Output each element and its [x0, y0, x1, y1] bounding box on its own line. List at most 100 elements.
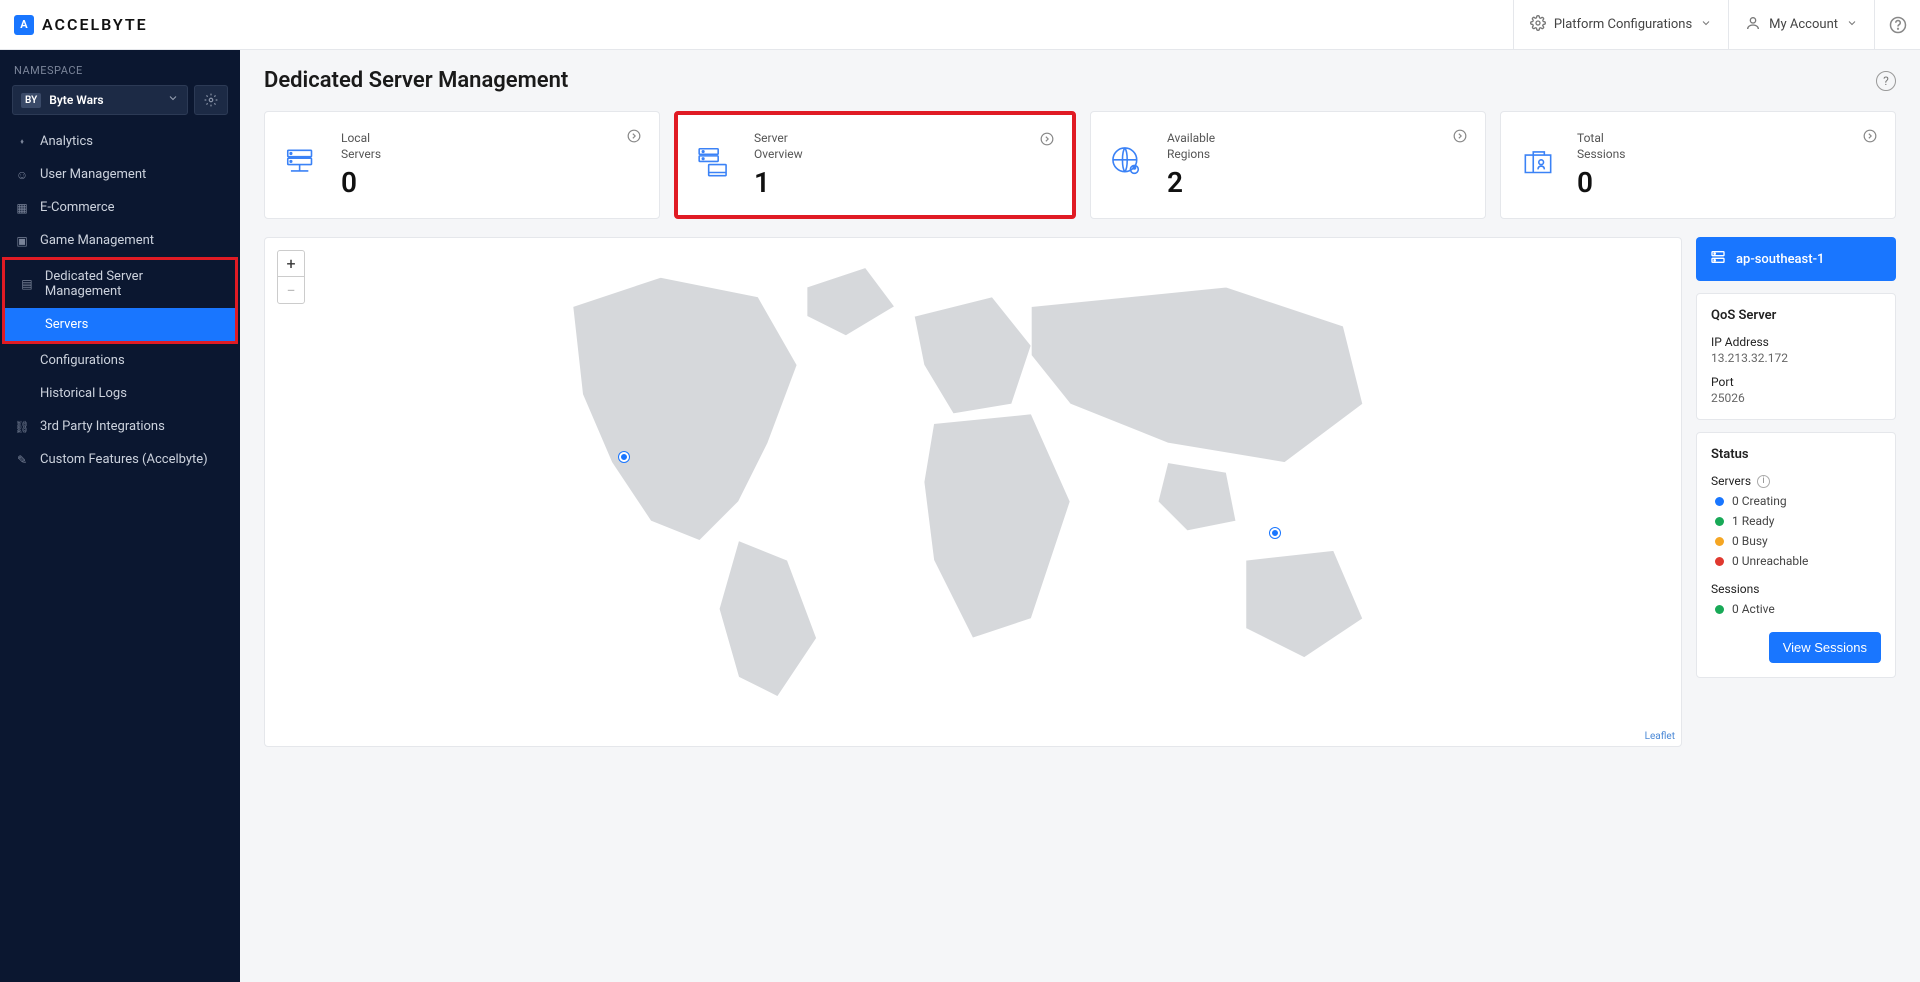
- sidebar-sub-configurations[interactable]: Configurations: [0, 344, 240, 377]
- platform-config-menu[interactable]: Platform Configurations: [1513, 0, 1728, 49]
- nav-label: Analytics: [40, 134, 93, 149]
- stat-label-line1: Total: [1577, 131, 1604, 145]
- stat-label-line2: Servers: [341, 147, 381, 161]
- arrow-right-icon: [1453, 128, 1467, 147]
- topbar: A ACCELBYTE Platform Configurations My A…: [0, 0, 1920, 50]
- servers-label: Servers: [1711, 474, 1751, 488]
- stats-row: Local Servers 0 ServerOverview 1: [264, 111, 1896, 219]
- stat-value: 0: [1577, 166, 1843, 199]
- sidebar-item-third-party[interactable]: ⛓ 3rd Party Integrations: [0, 410, 240, 443]
- sidebar-item-dedicated-server-management[interactable]: ▤ Dedicated Server Management: [5, 260, 235, 308]
- sidebar-item-custom-features[interactable]: ✎ Custom Features (Accelbyte): [0, 443, 240, 476]
- stat-label-line1: Server: [754, 131, 788, 145]
- namespace-selector[interactable]: BY Byte Wars: [12, 85, 188, 115]
- stat-card-local-servers[interactable]: Local Servers 0: [264, 111, 660, 219]
- world-continents-icon: [265, 238, 1681, 746]
- ip-value: 13.213.32.172: [1711, 351, 1881, 365]
- map-zoom-control: + −: [277, 250, 305, 304]
- globe-icon: [1109, 144, 1147, 186]
- status-panel: Status Servers i 0 Creating 1 Ready 0 Bu…: [1696, 432, 1896, 678]
- main-content: Dedicated Server Management ? Local Serve…: [240, 50, 1920, 982]
- server-rack-icon: [283, 144, 321, 186]
- logo-mark-icon: A: [14, 15, 34, 35]
- map-attribution[interactable]: Leaflet: [1645, 731, 1675, 742]
- stat-value: 1: [754, 166, 1020, 199]
- chevron-down-icon: [167, 92, 179, 108]
- chevron-down-icon: [1700, 17, 1712, 33]
- info-icon[interactable]: i: [1757, 475, 1770, 488]
- sidebar-item-analytics[interactable]: ⬪ Analytics: [0, 125, 240, 158]
- stat-value: 2: [1167, 166, 1433, 199]
- sidebar-item-ecommerce[interactable]: ▦ E-Commerce: [0, 191, 240, 224]
- dot-red-icon: [1715, 557, 1724, 566]
- zoom-out-button[interactable]: −: [278, 277, 304, 303]
- sidebar: NAMESPACE BY Byte Wars ⬪ Analytics ☺ Use…: [0, 50, 240, 982]
- sidebar-sub-historical-logs[interactable]: Historical Logs: [0, 377, 240, 410]
- status-unreachable: 0 Unreachable: [1715, 554, 1881, 568]
- nav-label: Servers: [45, 317, 88, 332]
- namespace-badge: BY: [21, 93, 41, 108]
- port-value: 25026: [1711, 391, 1881, 405]
- world-map[interactable]: + − Lea: [264, 237, 1682, 747]
- nav-label: User Management: [40, 167, 146, 182]
- arrow-right-icon: [1863, 128, 1877, 147]
- sessions-icon: [1519, 144, 1557, 186]
- store-icon: ▦: [14, 201, 30, 215]
- integration-icon: ⛓: [14, 420, 30, 434]
- brand-logo[interactable]: A ACCELBYTE: [0, 15, 148, 35]
- status-text: 0 Unreachable: [1732, 554, 1808, 568]
- chevron-down-icon: [1846, 17, 1858, 33]
- namespace-settings-button[interactable]: [194, 85, 228, 115]
- nav-label: Historical Logs: [40, 386, 127, 401]
- stat-label-line1: Available: [1167, 131, 1215, 145]
- zoom-in-button[interactable]: +: [278, 251, 304, 277]
- arrow-right-icon: [627, 128, 641, 147]
- sidebar-sub-servers[interactable]: Servers: [5, 308, 235, 341]
- arrow-right-icon: [1040, 131, 1054, 150]
- region-selector[interactable]: ap-southeast-1: [1696, 237, 1896, 281]
- ip-label: IP Address: [1711, 335, 1881, 349]
- user-icon: ☺: [14, 168, 30, 182]
- stat-card-total-sessions[interactable]: TotalSessions 0: [1500, 111, 1896, 219]
- gamepad-icon: ▣: [14, 234, 30, 248]
- help-button[interactable]: [1874, 0, 1920, 49]
- namespace-name: Byte Wars: [49, 93, 159, 107]
- brand-name: ACCELBYTE: [42, 15, 148, 34]
- nav-label: Dedicated Server Management: [45, 269, 221, 299]
- user-icon: [1745, 15, 1761, 35]
- page-help-icon[interactable]: ?: [1876, 71, 1896, 91]
- server-icon: [1710, 249, 1726, 269]
- sidebar-item-user-management[interactable]: ☺ User Management: [0, 158, 240, 191]
- status-creating: 0 Creating: [1715, 494, 1881, 508]
- sidebar-highlight: ▤ Dedicated Server Management Servers: [2, 257, 238, 344]
- qos-panel: QoS Server IP Address 13.213.32.172 Port…: [1696, 293, 1896, 420]
- dot-orange-icon: [1715, 537, 1724, 546]
- page-title: Dedicated Server Management: [264, 68, 568, 93]
- view-sessions-button[interactable]: View Sessions: [1769, 632, 1881, 663]
- dot-green-icon: [1715, 605, 1724, 614]
- status-text: 0 Busy: [1732, 534, 1768, 548]
- sessions-label: Sessions: [1711, 582, 1759, 596]
- stat-label-line1: Local: [341, 131, 370, 145]
- qos-title: QoS Server: [1711, 308, 1881, 323]
- server-icon: ▤: [19, 277, 35, 291]
- server-overview-icon: [696, 144, 734, 186]
- map-marker-us-west[interactable]: [619, 452, 629, 462]
- stat-value: 0: [341, 166, 607, 199]
- topbar-right: Platform Configurations My Account: [1513, 0, 1920, 49]
- stat-card-server-overview[interactable]: ServerOverview 1: [674, 111, 1076, 219]
- stat-label-line2: Regions: [1167, 147, 1210, 161]
- my-account-label: My Account: [1769, 17, 1838, 32]
- wrench-icon: ✎: [14, 453, 30, 467]
- port-label: Port: [1711, 375, 1881, 389]
- gear-icon: [1530, 15, 1546, 35]
- chart-icon: ⬪: [14, 134, 30, 149]
- sidebar-item-game-management[interactable]: ▣ Game Management: [0, 224, 240, 257]
- dot-blue-icon: [1715, 497, 1724, 506]
- status-text: 0 Active: [1732, 602, 1775, 616]
- my-account-menu[interactable]: My Account: [1728, 0, 1874, 49]
- nav-label: Custom Features (Accelbyte): [40, 452, 208, 467]
- namespace-label: NAMESPACE: [0, 50, 240, 85]
- stat-card-available-regions[interactable]: Available Regions 2: [1090, 111, 1486, 219]
- nav-label: E-Commerce: [40, 200, 115, 215]
